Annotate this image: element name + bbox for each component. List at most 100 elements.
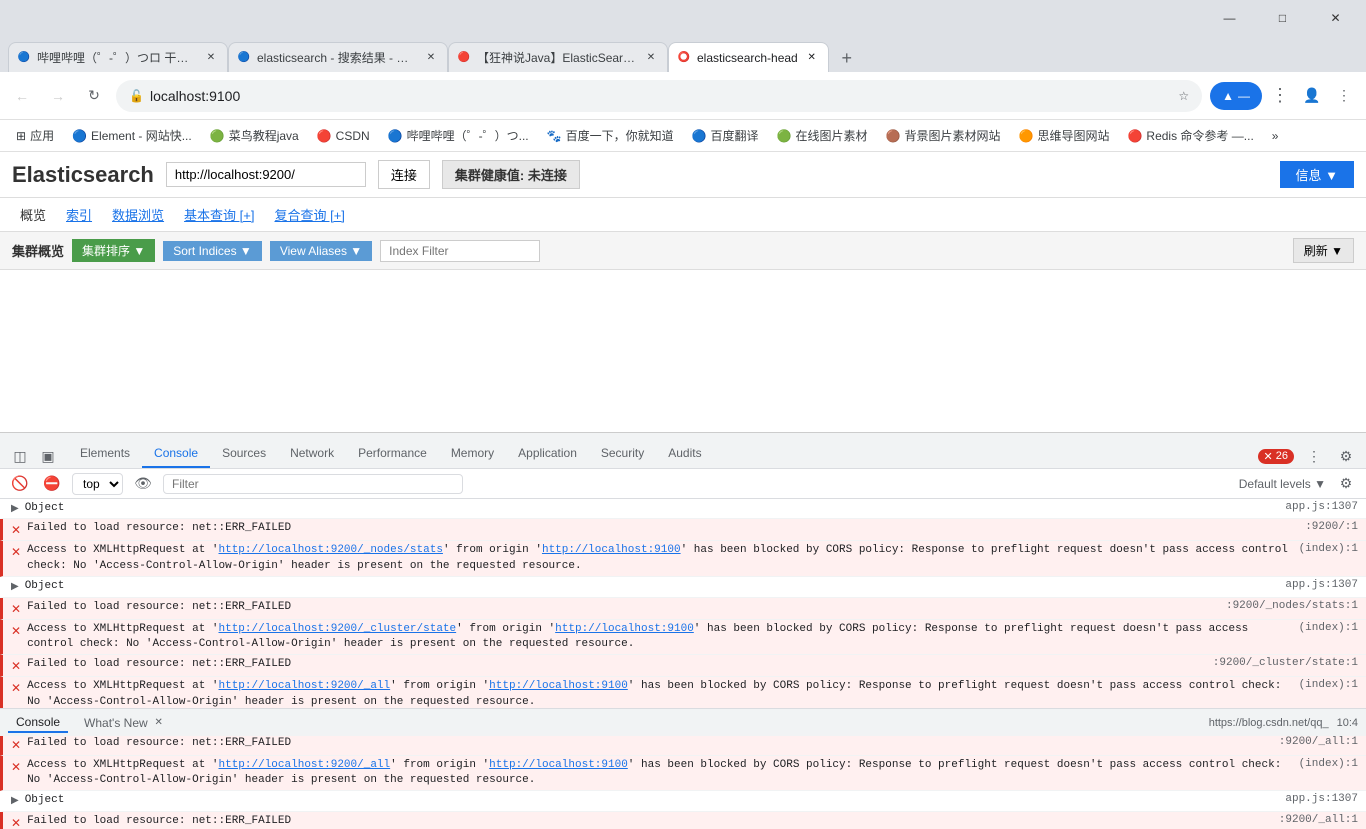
tab-close-1[interactable]: ✕ xyxy=(203,50,219,66)
es-nav-compoundquery[interactable]: 复合查询 [+] xyxy=(266,202,352,227)
tab-close-4[interactable]: ✕ xyxy=(804,50,820,66)
error-icon-cors-3: ✕ xyxy=(11,681,21,696)
log-link-2[interactable]: app.js:1307 xyxy=(1285,579,1358,591)
es-nav-overview[interactable]: 概览 xyxy=(12,202,54,227)
bookmark-runoob[interactable]: 🟢 菜鸟教程java xyxy=(202,124,307,148)
tab-favicon-2: 🔵 xyxy=(237,51,251,65)
bookmark-star-icon[interactable]: ☆ xyxy=(1178,89,1189,103)
console-clear-button[interactable]: 🚫 xyxy=(8,472,32,496)
browser-tab-1[interactable]: 🔵 哔哩哔哩（゜-゜）つロ 干杯~-bili... ✕ xyxy=(8,42,228,72)
es-info-button[interactable]: 信息 ▼ xyxy=(1280,161,1354,188)
es-status-badge: 集群健康值: 未连接 xyxy=(442,160,580,189)
es-view-aliases-button[interactable]: View Aliases ▼ xyxy=(270,241,372,261)
browser-tab-4[interactable]: ⭕ elasticsearch-head ✕ xyxy=(668,42,829,72)
error-icon-cors-1: ✕ xyxy=(11,545,21,560)
menu-button[interactable]: ⋮ xyxy=(1266,82,1294,110)
bookmark-redis[interactable]: 🔴 Redis 命令参考 —... xyxy=(1119,124,1261,148)
devtools-toggle-button[interactable]: ◫ xyxy=(8,444,32,468)
bookmark-element[interactable]: 🔵 Element - 网站快... xyxy=(64,124,200,148)
browser-tab-3[interactable]: 🔴 【狂神说Java】ElasticSearch7.6... ✕ xyxy=(448,42,668,72)
es-sort-indices-button[interactable]: Sort Indices ▼ xyxy=(163,241,262,261)
es-cluster-sort-button[interactable]: 集群排序 ▼ xyxy=(72,239,155,262)
element-icon: 🔵 xyxy=(72,129,87,143)
console-filter-button[interactable]: ⛔ xyxy=(40,472,64,496)
bottom-tab-console[interactable]: Console xyxy=(8,713,68,733)
refresh-button[interactable]: ↻ xyxy=(80,82,108,110)
log-link-cors-2[interactable]: (index):1 xyxy=(1299,622,1358,634)
tab-network[interactable]: Network xyxy=(278,440,346,468)
log-link-4[interactable]: app.js:1307 xyxy=(1285,793,1358,805)
status-bar-url: https://blog.csdn.net/qq_ xyxy=(1209,717,1329,729)
console-filter-input[interactable] xyxy=(163,474,463,494)
es-refresh-button[interactable]: 刷新 ▼ xyxy=(1293,238,1354,263)
bookmark-bilibili[interactable]: 🔵 哔哩哔哩（゜-゜）つ... xyxy=(380,124,537,148)
devtools-panel: ◫ ▣ Elements Console Sources Network Per… xyxy=(0,432,1366,829)
bookmark-apps[interactable]: ⊞ 应用 xyxy=(8,124,62,148)
maximize-button[interactable]: □ xyxy=(1260,3,1305,33)
account-icon[interactable]: 👤 xyxy=(1298,82,1326,110)
bookmark-more[interactable]: » xyxy=(1264,124,1287,148)
console-context-select[interactable]: top xyxy=(72,473,123,495)
log-link-1[interactable]: app.js:1307 xyxy=(1285,501,1358,513)
log-entry-cors-4: ✕ Access to XMLHttpRequest at 'http://lo… xyxy=(0,756,1366,792)
bookmark-fanyi[interactable]: 🔵 百度翻译 xyxy=(684,124,767,148)
forward-button[interactable]: → xyxy=(44,82,72,110)
zhuge-upload-button[interactable]: ▲ — xyxy=(1210,82,1262,110)
devtools-inspect-button[interactable]: ▣ xyxy=(36,444,60,468)
bottom-tab-whatsnew[interactable]: What's New ✕ xyxy=(76,714,174,732)
new-tab-button[interactable]: + xyxy=(833,44,861,72)
log-link-err-1[interactable]: :9200/:1 xyxy=(1305,521,1358,533)
log-link-err-4[interactable]: :9200/_all:1 xyxy=(1279,736,1358,748)
bookmark-mindmap[interactable]: 🟠 思维导图网站 xyxy=(1011,124,1118,148)
bookmark-images[interactable]: 🟢 在线图片素材 xyxy=(769,124,876,148)
settings-icon[interactable]: ⋮ xyxy=(1330,82,1358,110)
tab-performance[interactable]: Performance xyxy=(346,440,439,468)
minimize-button[interactable]: — xyxy=(1207,3,1252,33)
browser-tab-2[interactable]: 🔵 elasticsearch - 搜索结果 - 哔哩... ✕ xyxy=(228,42,448,72)
back-button[interactable]: ← xyxy=(8,82,36,110)
url-box[interactable]: 🔓 localhost:9100 ☆ xyxy=(116,80,1202,112)
close-button[interactable]: ✕ xyxy=(1313,3,1358,33)
tab-audits[interactable]: Audits xyxy=(656,440,713,468)
es-overview-title: 集群概览 xyxy=(12,241,64,260)
es-nav-index[interactable]: 索引 xyxy=(58,202,100,227)
tab-console[interactable]: Console xyxy=(142,440,210,468)
address-bar: ← → ↻ 🔓 localhost:9100 ☆ ▲ — ⋮ 👤 ⋮ xyxy=(0,72,1366,120)
runoob-icon: 🟢 xyxy=(210,129,225,143)
console-log[interactable]: ▶ Object app.js:1307 ✕ Failed to load re… xyxy=(0,499,1366,829)
bookmark-csdn[interactable]: 🔴 CSDN xyxy=(309,124,378,148)
bookmark-bg[interactable]: 🟤 背景图片素材网站 xyxy=(878,124,1009,148)
es-nav-databrowse[interactable]: 数据浏览 xyxy=(104,202,172,227)
es-url-input[interactable] xyxy=(166,162,366,187)
log-text-4: Object xyxy=(25,793,1280,808)
es-connect-button[interactable]: 连接 xyxy=(378,160,430,189)
log-link-cors-1[interactable]: (index):1 xyxy=(1299,543,1358,555)
tab-close-2[interactable]: ✕ xyxy=(423,50,439,66)
devtools-settings-button[interactable]: ⚙ xyxy=(1334,444,1358,468)
error-icon-1: ✕ xyxy=(11,523,21,538)
log-link-err-5[interactable]: :9200/_all:1 xyxy=(1279,814,1358,826)
expand-icon-1[interactable]: ▶ xyxy=(11,503,19,515)
expand-icon-4[interactable]: ▶ xyxy=(11,795,19,807)
tab-sources[interactable]: Sources xyxy=(210,440,278,468)
log-link-err-3[interactable]: :9200/_cluster/state:1 xyxy=(1213,657,1358,669)
default-levels-label[interactable]: Default levels ▼ xyxy=(1239,477,1326,491)
bottom-tab-whatsnew-close[interactable]: ✕ xyxy=(152,716,166,730)
log-link-err-2[interactable]: :9200/_nodes/stats:1 xyxy=(1226,600,1358,612)
es-nav-basicquery[interactable]: 基本查询 [+] xyxy=(176,202,262,227)
tab-memory[interactable]: Memory xyxy=(439,440,506,468)
bookmark-baidu[interactable]: 🐾 百度一下，你就知道 xyxy=(539,124,682,148)
log-link-cors-3[interactable]: (index):1 xyxy=(1299,679,1358,691)
log-text-2: Object xyxy=(25,579,1280,594)
log-link-cors-4[interactable]: (index):1 xyxy=(1299,758,1358,770)
console-settings-button[interactable]: ⚙ xyxy=(1334,472,1358,496)
tab-close-3[interactable]: ✕ xyxy=(643,50,659,66)
devtools-more-button[interactable]: ⋮ xyxy=(1302,444,1326,468)
tab-elements[interactable]: Elements xyxy=(68,440,142,468)
es-header: Elasticsearch 连接 集群健康值: 未连接 信息 ▼ xyxy=(0,152,1366,198)
tab-application[interactable]: Application xyxy=(506,440,589,468)
es-index-filter-input[interactable] xyxy=(380,240,540,262)
console-eye-button[interactable]: 👁 xyxy=(131,472,155,496)
expand-icon-2[interactable]: ▶ xyxy=(11,581,19,593)
tab-security[interactable]: Security xyxy=(589,440,656,468)
